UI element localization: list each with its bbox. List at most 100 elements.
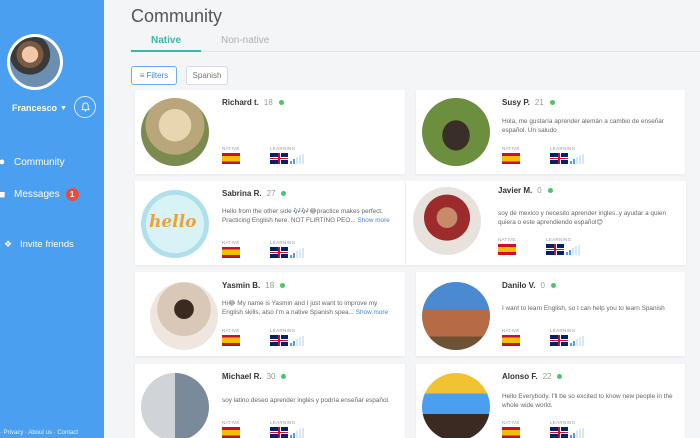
member-bio-text: Hello Everybody. I'll be so excited to k… [502, 393, 673, 409]
language-info: NATIVE LEARNING [502, 328, 584, 346]
proficiency-level-bars [290, 428, 304, 438]
member-bio-text: soy de mexico y necesito aprender ingles… [498, 210, 667, 226]
language-info: NATIVE LEARNING [222, 420, 304, 438]
member-name-text: Sabrina R. [222, 189, 262, 198]
learning-language: LEARNING [550, 328, 584, 346]
member-age: 27 [266, 189, 276, 198]
learning-language: LEARNING [270, 328, 304, 346]
spain-flag-icon [502, 427, 520, 438]
tab-non-native[interactable]: Non-native [221, 35, 269, 46]
proficiency-level-bars [570, 428, 584, 438]
filters-button[interactable]: ≡ Filters [131, 66, 177, 85]
member-photo[interactable] [141, 98, 209, 166]
member-name[interactable]: Richard t. 18 [222, 98, 284, 107]
member-bio: Hola, me gustaría aprender alemán a camb… [502, 117, 680, 135]
member-name[interactable]: Michael R. 30 [222, 372, 287, 381]
uk-flag-icon [270, 427, 288, 438]
native-language: NATIVE [222, 240, 240, 258]
spain-flag-icon [502, 335, 520, 346]
native-label: NATIVE [502, 420, 520, 425]
member-bio-text: Hola, me gustaría aprender alemán a camb… [502, 118, 664, 134]
member-name[interactable]: Javier M. 0 [498, 186, 553, 195]
proficiency-level-bars [570, 154, 584, 164]
learning-language: LEARNING [550, 420, 584, 438]
proficiency-level-bars [290, 336, 304, 346]
member-bio-text: soy latino deseo aprender inglés y podrí… [222, 397, 390, 404]
native-language: NATIVE [502, 146, 520, 164]
native-label: NATIVE [502, 146, 520, 151]
learning-language: LEARNING [546, 237, 580, 255]
member-photo[interactable] [422, 282, 490, 350]
native-label: NATIVE [222, 420, 240, 425]
footer-links[interactable]: · Privacy · About us · Contact [0, 430, 78, 436]
native-language: NATIVE [502, 328, 520, 346]
proficiency-level-bars [290, 248, 304, 258]
online-status-dot [280, 283, 286, 289]
member-photo[interactable] [150, 282, 218, 350]
native-label: NATIVE [222, 146, 240, 151]
language-info: NATIVE LEARNING [502, 146, 584, 164]
language-info: NATIVE LEARNING [222, 328, 304, 346]
member-photo[interactable] [422, 373, 490, 438]
member-photo[interactable] [413, 187, 481, 255]
member-age: 0 [537, 186, 542, 195]
native-language: NATIVE [502, 420, 520, 438]
avatar-image [10, 37, 60, 87]
spain-flag-icon [222, 153, 240, 164]
nav-community-label: Community [14, 156, 65, 168]
member-name-text: Richard t. [222, 98, 259, 107]
learning-label: LEARNING [546, 237, 572, 242]
language-filter-chip[interactable]: Spanish [186, 66, 228, 85]
member-age: 18 [263, 98, 273, 107]
learning-language: LEARNING [550, 146, 584, 164]
person-icon: ● [0, 156, 6, 168]
native-language: NATIVE [222, 146, 240, 164]
show-more-link[interactable]: Show more [357, 217, 389, 224]
member-photo[interactable] [422, 98, 490, 166]
community-tabs: Native Non-native [131, 30, 700, 52]
learning-label: LEARNING [550, 420, 576, 425]
filters-label: Filters [146, 71, 169, 80]
member-name[interactable]: Danilo V. 0 [502, 281, 556, 290]
sidebar: Francesco ▼ ● Community ■ Messages 1 ❖ I… [0, 0, 104, 438]
online-status-dot [550, 283, 556, 289]
language-info: NATIVE LEARNING [222, 240, 304, 258]
online-status-dot [281, 374, 287, 380]
nav-invite-friends[interactable]: ❖ Invite friends [2, 239, 74, 250]
language-info: NATIVE LEARNING [222, 146, 304, 164]
notifications-button[interactable] [74, 96, 96, 118]
member-bio: Hello from the other side 🎶🎶😂practice ma… [222, 207, 400, 225]
learning-label: LEARNING [270, 328, 296, 333]
member-name[interactable]: Alonso F. 22 [502, 372, 563, 381]
uk-flag-icon [550, 427, 568, 438]
native-label: NATIVE [222, 240, 240, 245]
chevron-down-icon: ▼ [60, 104, 67, 112]
native-label: NATIVE [222, 328, 240, 333]
native-label: NATIVE [498, 237, 516, 242]
learning-label: LEARNING [550, 146, 576, 151]
show-more-link[interactable]: Show more [356, 309, 388, 316]
member-name[interactable]: Yasmin B. 18 [222, 281, 286, 290]
proficiency-level-bars [290, 154, 304, 164]
tab-native[interactable]: Native [131, 35, 201, 52]
user-avatar[interactable] [7, 34, 63, 90]
native-language: NATIVE [222, 420, 240, 438]
member-bio: Hello Everybody. I'll be so excited to k… [502, 392, 680, 410]
learning-language: LEARNING [270, 420, 304, 438]
member-photo[interactable]: hello [141, 190, 209, 258]
online-status-dot [557, 374, 563, 380]
spain-flag-icon [502, 153, 520, 164]
member-name-text: Susy P. [502, 98, 530, 107]
nav-community[interactable]: ● Community [0, 156, 65, 168]
online-status-dot [547, 188, 553, 194]
online-status-dot [278, 100, 284, 106]
member-name[interactable]: Sabrina R. 27 [222, 189, 287, 198]
nav-messages-label: Messages [14, 189, 60, 200]
nav-messages[interactable]: ■ Messages 1 [0, 188, 79, 201]
member-name-text: Danilo V. [502, 281, 536, 290]
sliders-icon: ≡ [139, 71, 145, 80]
member-name[interactable]: Susy P. 21 [502, 98, 555, 107]
gift-icon: ❖ [3, 239, 13, 249]
user-menu[interactable]: Francesco ▼ [12, 103, 67, 113]
member-photo[interactable] [141, 373, 209, 438]
